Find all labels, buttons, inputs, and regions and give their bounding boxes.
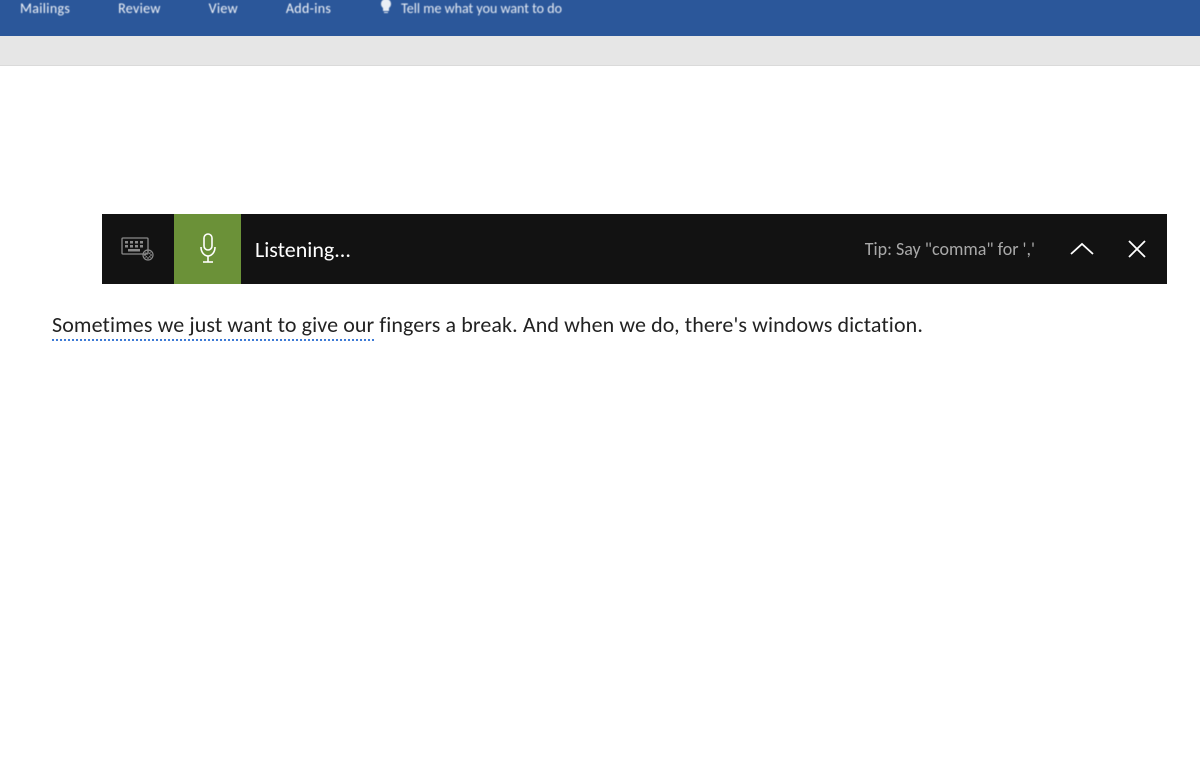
dictation-bar: Listening... Tip: Say "comma" for ','	[102, 214, 1167, 284]
close-icon	[1126, 238, 1148, 260]
tab-addins[interactable]: Add-ins	[286, 0, 331, 17]
lightbulb-icon	[379, 0, 393, 16]
tab-view[interactable]: View	[209, 0, 238, 17]
dictation-status-text: Listening...	[241, 236, 865, 263]
chevron-up-icon	[1069, 241, 1095, 257]
tab-review[interactable]: Review	[118, 0, 161, 17]
ribbon-toolbar-area	[0, 36, 1200, 66]
dictation-tip-text: Tip: Say "comma" for ','	[865, 238, 1057, 260]
microphone-icon	[198, 232, 218, 266]
keyboard-icon	[121, 236, 155, 262]
tell-me-placeholder: Tell me what you want to do	[401, 0, 562, 17]
document-text-line[interactable]: Sometimes we just want to give our finge…	[52, 311, 923, 338]
ribbon-tabs-bar: Mailings Review View Add-ins Tell me wha…	[0, 0, 1200, 36]
grammar-flagged-text[interactable]: Sometimes we just want to give our	[52, 311, 374, 341]
tell-me-search[interactable]: Tell me what you want to do	[379, 0, 562, 18]
close-button[interactable]	[1107, 214, 1167, 284]
keyboard-settings-button[interactable]	[102, 214, 174, 284]
document-area[interactable]: Listening... Tip: Say "comma" for ',' So…	[0, 66, 1200, 778]
tab-mailings[interactable]: Mailings	[20, 0, 70, 17]
collapse-button[interactable]	[1057, 214, 1107, 284]
document-text-rest: fingers a break. And when we do, there's…	[374, 311, 923, 338]
microphone-button[interactable]	[174, 214, 241, 284]
